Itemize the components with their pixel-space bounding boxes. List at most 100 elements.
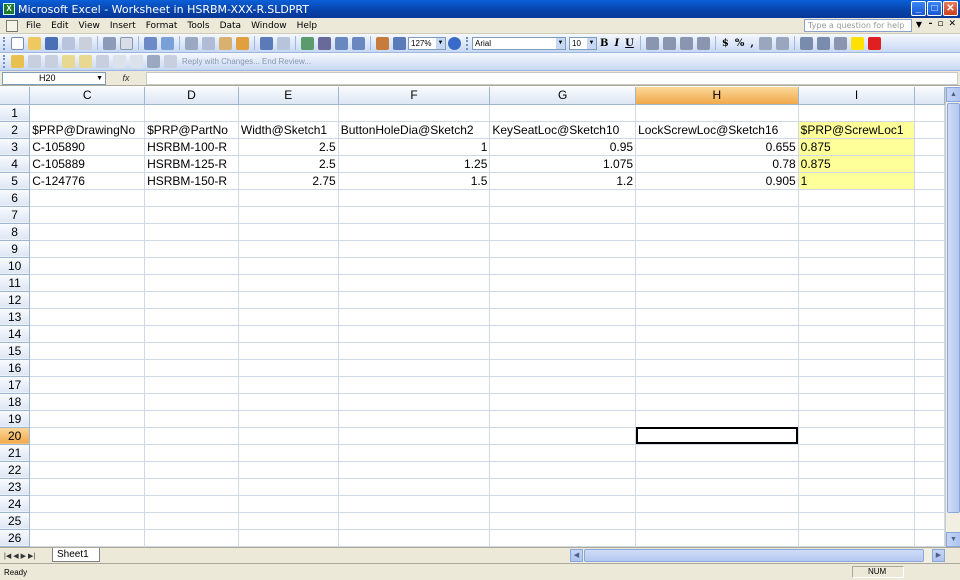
cell-f10[interactable] <box>338 257 491 275</box>
row-header[interactable]: 18 <box>0 393 31 411</box>
create-task-icon[interactable] <box>113 55 126 68</box>
cell-h11[interactable] <box>635 274 799 292</box>
cell-d6[interactable] <box>144 189 239 207</box>
merge-center-icon[interactable] <box>696 36 710 50</box>
cell-g18[interactable] <box>489 393 637 411</box>
row-header[interactable]: 12 <box>0 291 31 309</box>
zoom-select[interactable]: 127% ▼ <box>408 36 446 50</box>
scroll-left-button[interactable]: ◀ <box>570 549 583 562</box>
show-all-comments-icon[interactable] <box>79 55 92 68</box>
doc-close-button[interactable]: ✕ <box>948 19 956 29</box>
vertical-scroll-thumb[interactable] <box>947 103 960 513</box>
cell-c1[interactable] <box>29 104 146 122</box>
borders-icon[interactable] <box>833 36 847 50</box>
column-header-c[interactable]: C <box>29 87 146 105</box>
doc-restore-button[interactable]: ▫ <box>937 19 943 29</box>
cell-c3[interactable]: C-105890 <box>29 138 146 156</box>
cell-d10[interactable] <box>144 257 239 275</box>
row-header[interactable]: 26 <box>0 529 31 547</box>
cell-g8[interactable] <box>489 223 637 241</box>
sort-descending-icon[interactable] <box>352 36 365 50</box>
row-header[interactable]: 3 <box>0 138 31 156</box>
cell-h16[interactable] <box>635 359 799 377</box>
cell-e5[interactable]: 2.75 <box>238 172 339 190</box>
cell-f4[interactable]: 1.25 <box>338 155 491 173</box>
copy-icon[interactable] <box>202 36 215 50</box>
redo-icon[interactable] <box>277 36 290 50</box>
cell-i15[interactable] <box>798 342 916 360</box>
cell-g11[interactable] <box>489 274 637 292</box>
column-header-i[interactable]: I <box>798 87 916 105</box>
cell-e23[interactable] <box>238 478 339 496</box>
cell-g5[interactable]: 1.2 <box>489 172 637 190</box>
cell-i19[interactable] <box>798 410 916 428</box>
row-header[interactable]: 1 <box>0 104 31 122</box>
comma-button[interactable]: , <box>750 38 753 49</box>
spelling-icon[interactable] <box>144 36 157 50</box>
cell-e4[interactable]: 2.5 <box>238 155 339 173</box>
doc-minimize-button[interactable]: - <box>929 19 933 29</box>
update-file-icon[interactable] <box>130 55 143 68</box>
row-header[interactable]: 4 <box>0 155 31 173</box>
menu-format[interactable]: Format <box>142 21 184 31</box>
cell-e13[interactable] <box>238 308 339 326</box>
cell-i8[interactable] <box>798 223 916 241</box>
cell-f26[interactable] <box>338 529 491 547</box>
cell-f19[interactable] <box>338 410 491 428</box>
row-header[interactable]: 20 <box>0 427 31 445</box>
cell-g12[interactable] <box>489 291 637 309</box>
cell-f25[interactable] <box>338 512 491 530</box>
document-icon[interactable] <box>6 19 18 32</box>
hyperlink-icon[interactable] <box>301 36 314 50</box>
bold-button[interactable]: B <box>600 38 608 49</box>
decrease-indent-icon[interactable] <box>799 36 813 50</box>
autosum-icon[interactable] <box>318 36 331 50</box>
excel-icon[interactable]: X <box>3 3 15 15</box>
horizontal-scrollbar[interactable]: ◀ ▶ <box>570 549 945 563</box>
underline-button[interactable]: U <box>625 38 634 49</box>
cell-f20[interactable] <box>338 427 491 445</box>
cell-d24[interactable] <box>144 495 239 513</box>
cell-g15[interactable] <box>489 342 637 360</box>
drawing-icon[interactable] <box>393 36 406 50</box>
cell-f2[interactable]: ButtonHoleDia@Sketch2 <box>338 121 491 139</box>
cell-i24[interactable] <box>798 495 916 513</box>
cell-e6[interactable] <box>238 189 339 207</box>
cell-i21[interactable] <box>798 444 916 462</box>
delete-comment-icon[interactable] <box>96 55 109 68</box>
row-header[interactable]: 9 <box>0 240 31 258</box>
cell-h10[interactable] <box>635 257 799 275</box>
cell-i1[interactable] <box>798 104 916 122</box>
increase-decimal-icon[interactable] <box>758 36 772 50</box>
cell-h4[interactable]: 0.78 <box>635 155 799 173</box>
cell-d12[interactable] <box>144 291 239 309</box>
row-header[interactable]: 11 <box>0 274 31 292</box>
insert-function-icon[interactable]: fx <box>106 73 146 83</box>
cell-c16[interactable] <box>29 359 146 377</box>
cell-i7[interactable] <box>798 206 916 224</box>
column-header-e[interactable]: E <box>238 87 339 105</box>
cell-e25[interactable] <box>238 512 339 530</box>
cell-h3[interactable]: 0.655 <box>635 138 799 156</box>
cell-h22[interactable] <box>635 461 799 479</box>
menu-file[interactable]: File <box>22 21 47 31</box>
cell-e26[interactable] <box>238 529 339 547</box>
cell-g19[interactable] <box>489 410 637 428</box>
row-header[interactable]: 17 <box>0 376 31 394</box>
new-comment-icon[interactable] <box>11 55 24 68</box>
chevron-down-icon[interactable]: ▼ <box>916 20 922 29</box>
open-icon[interactable] <box>28 36 41 50</box>
cell-c7[interactable] <box>29 206 146 224</box>
cell-g22[interactable] <box>489 461 637 479</box>
cell-e19[interactable] <box>238 410 339 428</box>
cell-h5[interactable]: 0.905 <box>635 172 799 190</box>
cell-i11[interactable] <box>798 274 916 292</box>
cell-e2[interactable]: Width@Sketch1 <box>238 121 339 139</box>
cell-g20[interactable] <box>489 427 637 445</box>
cell-d4[interactable]: HSRBM-125-R <box>144 155 239 173</box>
row-header[interactable]: 6 <box>0 189 31 207</box>
cell-e9[interactable] <box>238 240 339 258</box>
cell-i2[interactable]: $PRP@ScrewLoc1 <box>798 121 916 139</box>
cell-e8[interactable] <box>238 223 339 241</box>
cell-f1[interactable] <box>338 104 491 122</box>
